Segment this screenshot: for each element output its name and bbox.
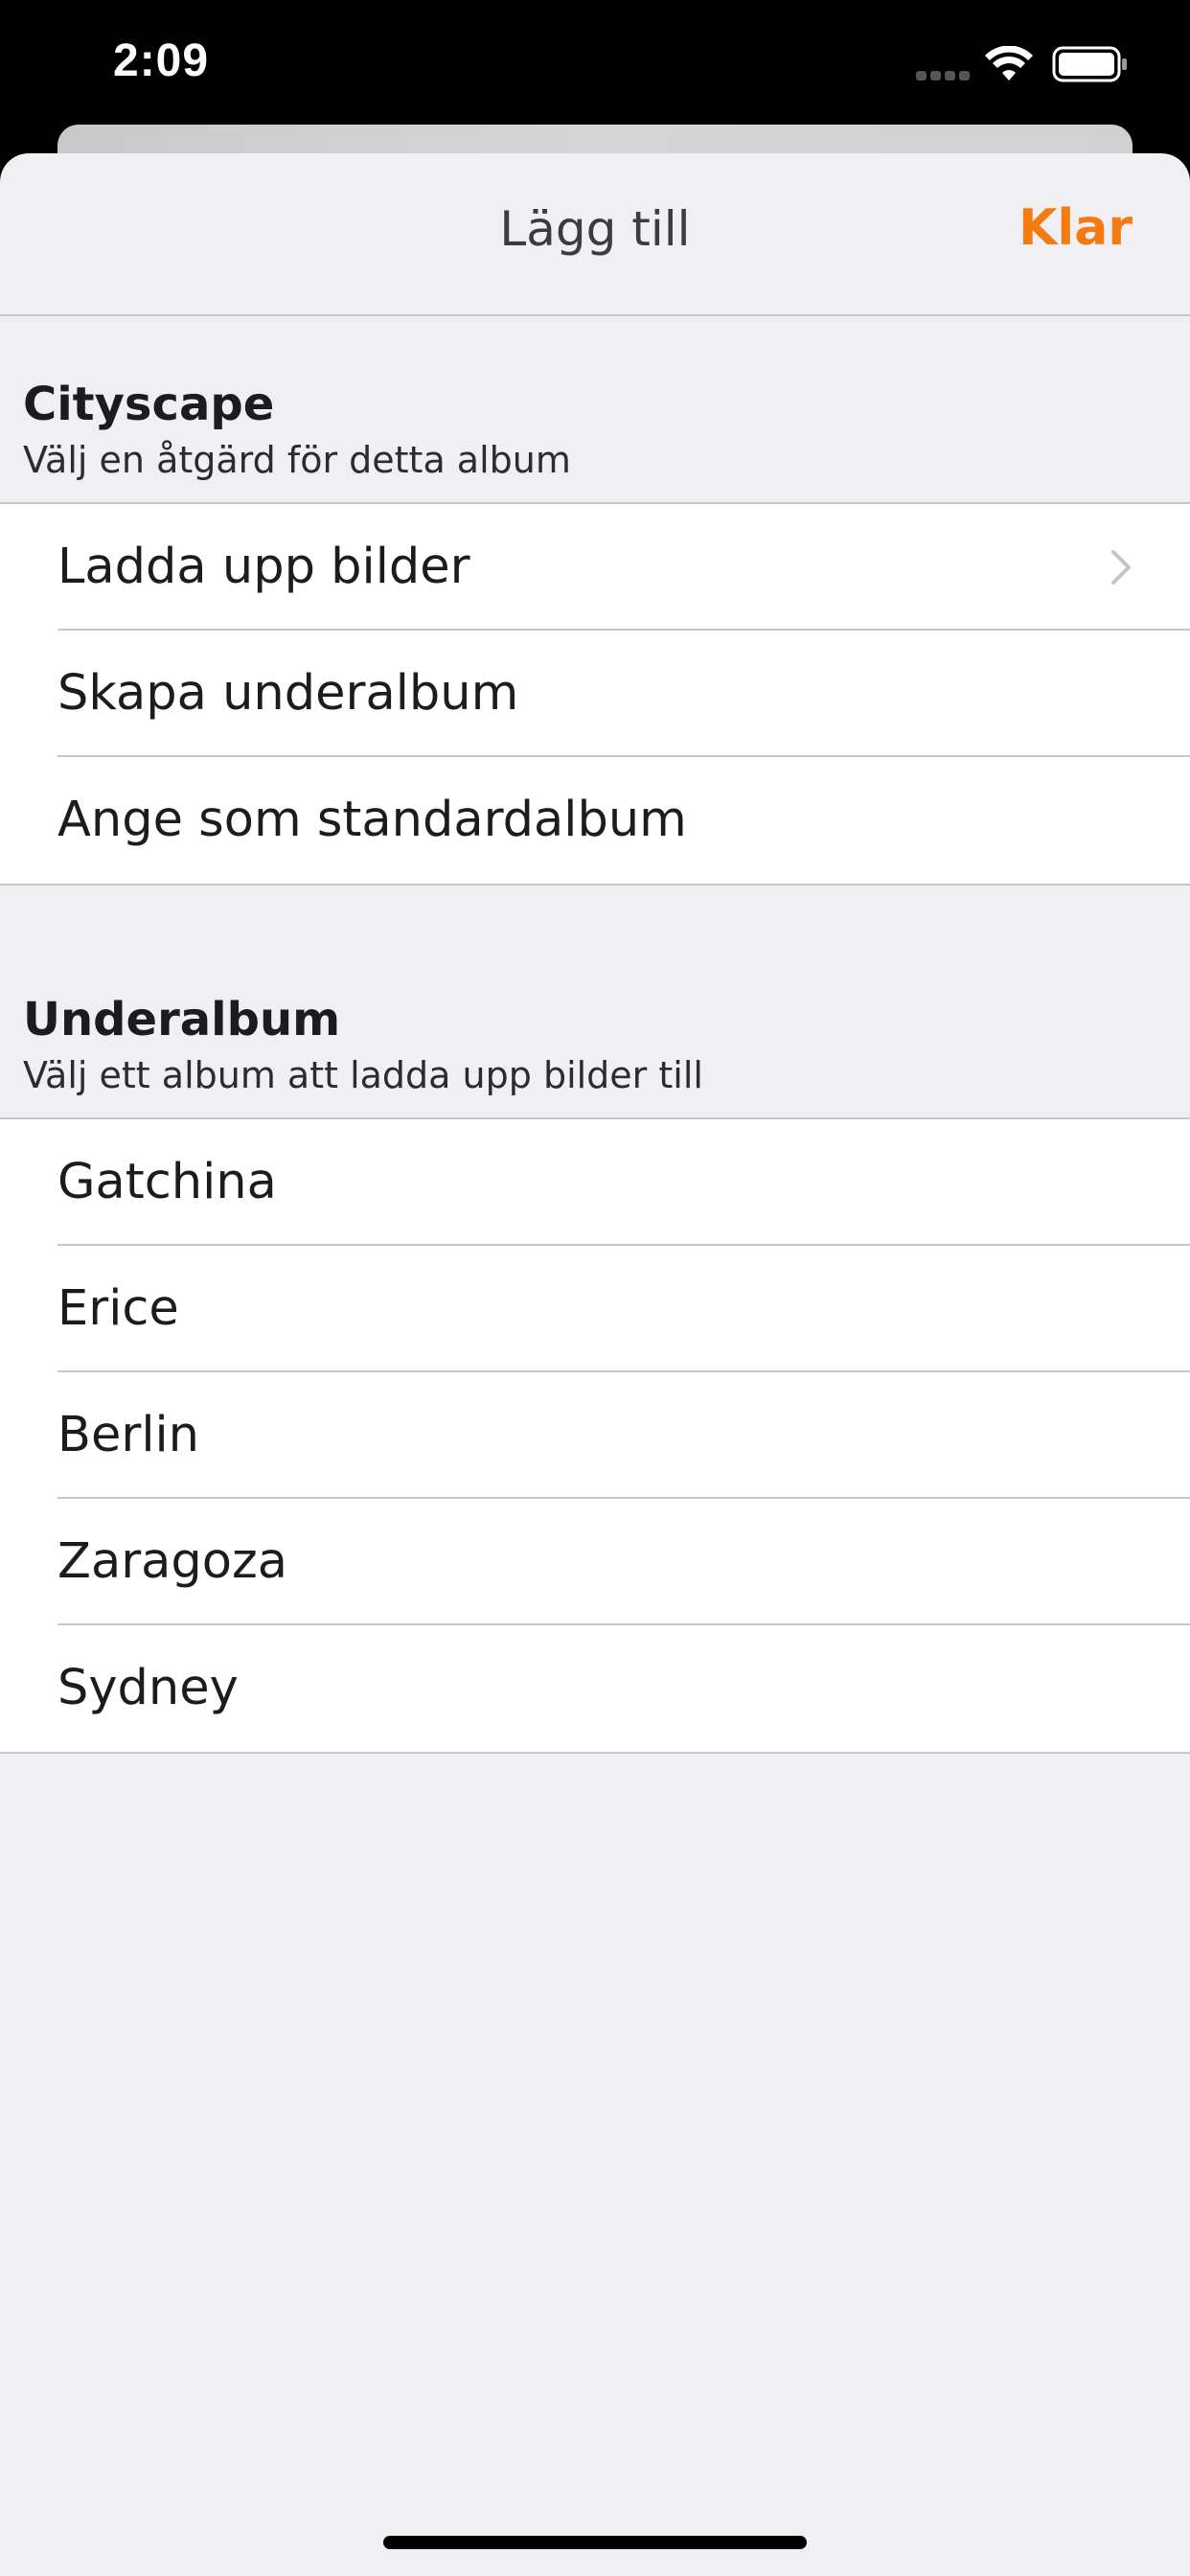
chevron-right-icon — [1111, 550, 1131, 585]
upload-images-item[interactable]: Ladda upp bilder — [0, 504, 1190, 631]
list-item-label: Erice — [57, 1280, 179, 1337]
done-button[interactable]: Klar — [1018, 199, 1133, 257]
home-indicator[interactable] — [383, 2536, 807, 2549]
battery-icon — [1052, 46, 1127, 82]
list-item-label: Ladda upp bilder — [57, 539, 470, 595]
subalbum-item-gatchina[interactable]: Gatchina — [0, 1119, 1190, 1246]
subalbum-item-berlin[interactable]: Berlin — [0, 1372, 1190, 1499]
create-subalbum-item[interactable]: Skapa underalbum — [0, 631, 1190, 757]
list-item-label: Zaragoza — [57, 1533, 288, 1590]
subalbum-list: Gatchina Erice Berlin Zaragoza Sydney — [0, 1117, 1190, 1754]
list-item-label: Gatchina — [57, 1154, 277, 1210]
list-item-label: Skapa underalbum — [57, 665, 519, 722]
subalbum-item-erice[interactable]: Erice — [0, 1246, 1190, 1372]
album-section-header: Cityscape Välj en åtgärd för detta album — [23, 376, 571, 483]
add-sheet: Lägg till Klar Cityscape Välj en åtgärd … — [0, 153, 1190, 2576]
list-item-label: Ange som standardalbum — [57, 792, 687, 848]
album-actions-list: Ladda upp bilder Skapa underalbum Ange s… — [0, 502, 1190, 886]
album-section-subtitle: Välj en åtgärd för detta album — [23, 439, 571, 481]
subalbum-item-zaragoza[interactable]: Zaragoza — [0, 1499, 1190, 1625]
signal-icon — [916, 71, 970, 82]
navigation-bar: Lägg till Klar — [0, 153, 1190, 316]
set-default-album-item[interactable]: Ange som standardalbum — [0, 757, 1190, 884]
subalbum-item-sydney[interactable]: Sydney — [0, 1625, 1190, 1752]
list-item-label: Sydney — [57, 1660, 239, 1716]
page-title: Lägg till — [499, 201, 691, 257]
subalbum-section-title: Underalbum — [23, 993, 341, 1046]
status-bar: 2:09 — [0, 0, 1190, 126]
list-item-label: Berlin — [57, 1407, 199, 1463]
subalbum-section-header: Underalbum Välj ett album att ladda upp … — [23, 991, 703, 1098]
status-time: 2:09 — [113, 35, 210, 86]
album-section-title: Cityscape — [23, 378, 275, 431]
wifi-icon — [985, 46, 1033, 80]
subalbum-section-subtitle: Välj ett album att ladda upp bilder till — [23, 1054, 703, 1096]
